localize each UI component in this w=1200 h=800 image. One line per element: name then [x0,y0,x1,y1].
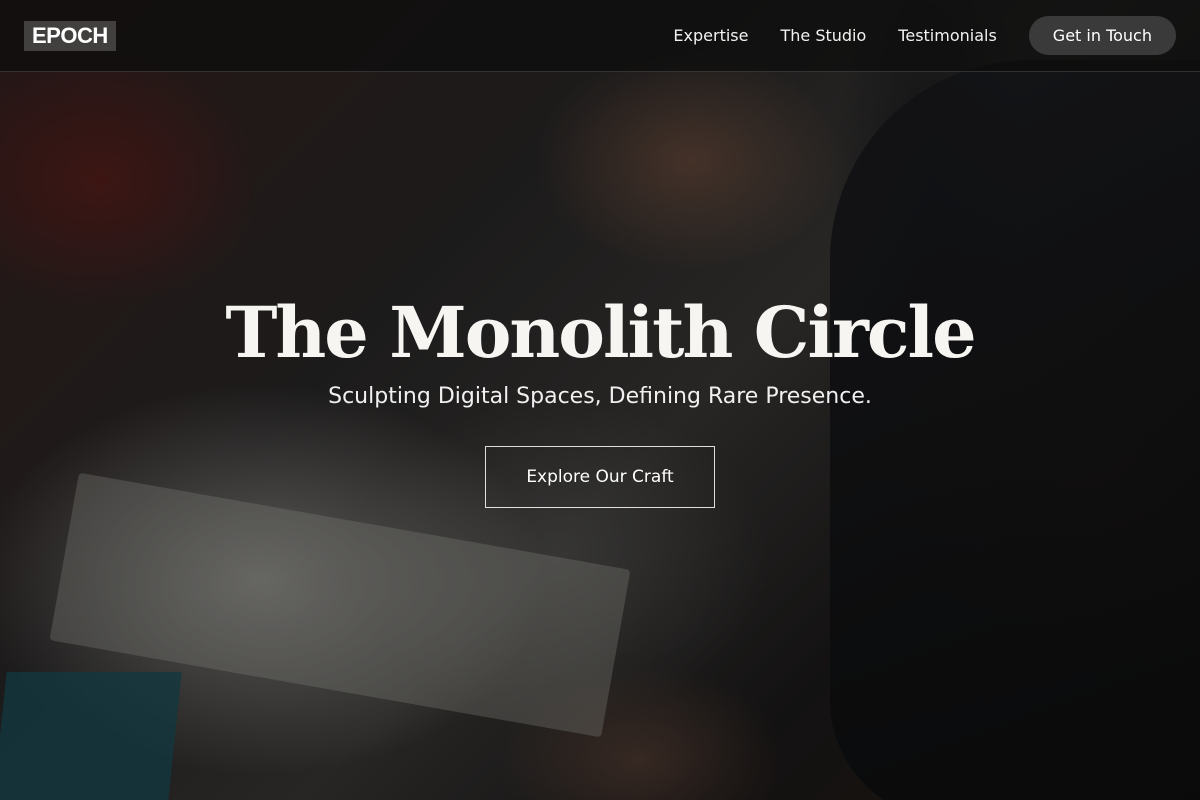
hero-subtitle: Sculpting Digital Spaces, Defining Rare … [328,384,872,409]
logo[interactable]: EPOCH [24,20,116,51]
main-nav: Expertise The Studio Testimonials Get in… [673,16,1176,55]
hero-section: The Monolith Circle Sculpting Digital Sp… [0,0,1200,800]
nav-link-the-studio[interactable]: The Studio [780,26,866,45]
get-in-touch-button[interactable]: Get in Touch [1028,16,1176,55]
nav-link-testimonials[interactable]: Testimonials [898,26,997,45]
hero-title: The Monolith Circle [225,291,976,374]
explore-our-craft-button[interactable]: Explore Our Craft [485,446,715,508]
site-header: EPOCH Expertise The Studio Testimonials … [0,0,1200,72]
nav-link-expertise[interactable]: Expertise [673,26,748,45]
